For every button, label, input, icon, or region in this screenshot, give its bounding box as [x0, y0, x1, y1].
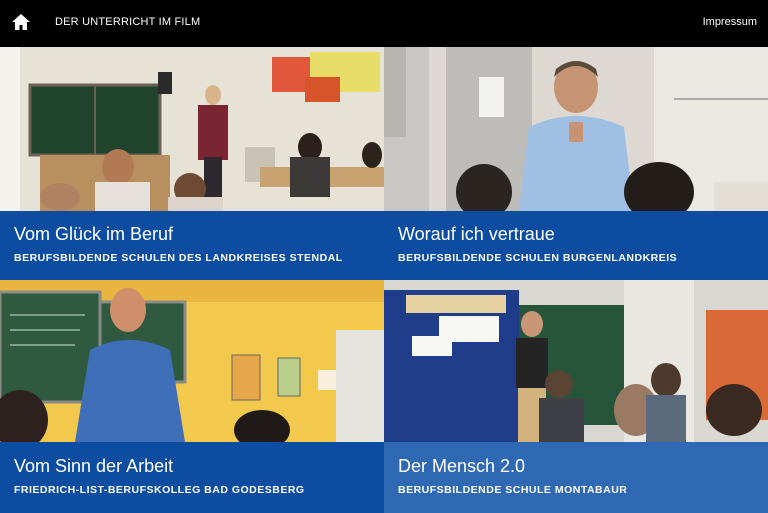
whiteboard-photo [384, 280, 768, 442]
top-navigation-bar: DER UNTERRICHT IM FILM Impressum [0, 0, 768, 47]
site-title-link[interactable]: DER UNTERRICHT IM FILM [55, 16, 200, 28]
film-title: Worauf ich vertraue [398, 224, 555, 244]
film-tile-worauf-ich-vertraue[interactable]: Worauf ich vertraue BERUFSBILDENDE SCHUL… [384, 47, 768, 280]
impressum-link[interactable]: Impressum [703, 16, 757, 28]
teacher-photo [384, 47, 768, 211]
school-name: BERUFSBILDENDE SCHULEN BURGENLANDKREIS [398, 252, 678, 264]
film-caption: Der Mensch 2.0 BERUFSBILDENDE SCHULE MON… [384, 442, 768, 513]
film-tile-vom-glueck-im-beruf[interactable]: Vom Glück im Beruf BERUFSBILDENDE SCHULE… [0, 47, 384, 280]
film-tile-der-mensch-2-0[interactable]: Der Mensch 2.0 BERUFSBILDENDE SCHULE MON… [384, 280, 768, 513]
film-grid: Vom Glück im Beruf BERUFSBILDENDE SCHULE… [0, 47, 768, 513]
lecture-photo [0, 280, 384, 442]
school-name: BERUFSBILDENDE SCHULE MONTABAUR [398, 484, 628, 496]
home-icon[interactable] [11, 13, 31, 31]
film-title: Der Mensch 2.0 [398, 456, 526, 476]
film-caption: Vom Glück im Beruf BERUFSBILDENDE SCHULE… [0, 211, 384, 280]
film-title: Vom Glück im Beruf [14, 224, 174, 244]
film-tile-vom-sinn-der-arbeit[interactable]: Vom Sinn der Arbeit FRIEDRICH-LIST-BERUF… [0, 280, 384, 513]
film-caption: Worauf ich vertraue BERUFSBILDENDE SCHUL… [384, 211, 768, 280]
school-name: FRIEDRICH-LIST-BERUFSKOLLEG BAD GODESBER… [14, 484, 305, 496]
school-name: BERUFSBILDENDE SCHULEN DES LANDKREISES S… [14, 252, 343, 264]
classroom-photo [0, 47, 384, 211]
film-title: Vom Sinn der Arbeit [14, 456, 174, 476]
film-caption: Vom Sinn der Arbeit FRIEDRICH-LIST-BERUF… [0, 442, 384, 513]
